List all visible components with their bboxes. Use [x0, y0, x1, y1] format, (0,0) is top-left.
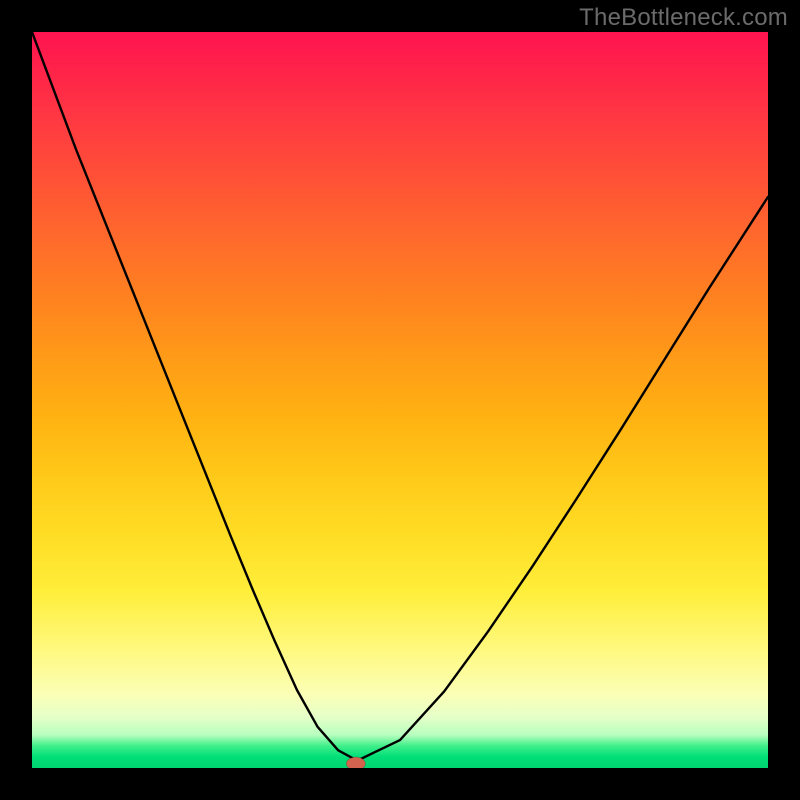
chart-svg — [32, 32, 768, 768]
optimum-marker — [346, 757, 365, 768]
plot-area — [32, 32, 768, 768]
chart-frame: TheBottleneck.com — [0, 0, 800, 800]
watermark-text: TheBottleneck.com — [579, 4, 788, 32]
bottleneck-curve — [32, 32, 768, 761]
